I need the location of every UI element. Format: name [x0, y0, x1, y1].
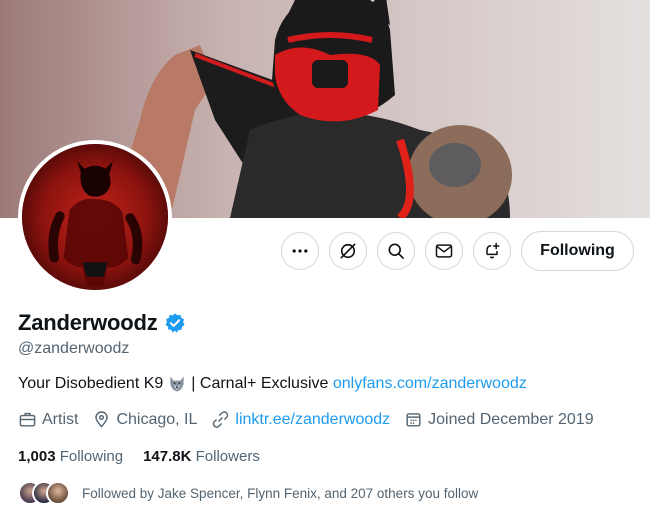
follower-avatars — [18, 481, 74, 505]
followed-by-text: Followed by Jake Spencer, Flynn Fenix, a… — [82, 485, 479, 501]
location-pin-icon — [95, 411, 109, 428]
profile-meta: Artist Chicago, IL linktr.ee/zanderwoodz… — [18, 410, 608, 429]
more-button[interactable] — [281, 232, 319, 270]
link-icon — [213, 411, 229, 428]
following-button[interactable]: Following — [521, 231, 634, 271]
joined-item: Joined December 2019 — [404, 410, 594, 429]
website-item: linktr.ee/zanderwoodz — [211, 410, 390, 429]
location-label: Chicago, IL — [116, 410, 198, 428]
followers-count: 147.8K — [143, 448, 192, 465]
profile-avatar[interactable] — [18, 140, 172, 294]
notification-bell-icon — [486, 242, 500, 259]
search-button[interactable] — [377, 232, 415, 270]
follower-avatar — [46, 481, 70, 505]
category-label: Artist — [42, 410, 79, 428]
wolf-emoji-icon — [170, 376, 184, 392]
user-handle: @zanderwoodz — [18, 340, 130, 357]
grok-button[interactable] — [329, 232, 367, 270]
calendar-icon — [406, 413, 421, 427]
website-link[interactable]: linktr.ee/zanderwoodz — [235, 411, 390, 429]
bio-text-after: | Carnal+ Exclusive — [191, 375, 329, 392]
location-item: Chicago, IL — [92, 410, 197, 429]
bio-text: Your Disobedient K9 — [18, 375, 164, 392]
display-name-row: Zanderwoodz — [18, 310, 186, 336]
following-stat[interactable]: 1,003 Following — [18, 448, 123, 465]
bio-link[interactable]: onlyfans.com/zanderwoodz — [333, 375, 527, 393]
profile-stats: 1,003 Following 147.8K Followers — [18, 448, 260, 465]
joined-label: Joined December 2019 — [428, 410, 594, 428]
message-button[interactable] — [425, 232, 463, 270]
following-stat-label: Following — [59, 448, 124, 465]
search-icon — [388, 243, 404, 259]
following-count: 1,003 — [18, 448, 56, 465]
avatar-image — [22, 144, 168, 290]
followed-by-row[interactable]: Followed by Jake Spencer, Flynn Fenix, a… — [18, 481, 478, 505]
profile-actions: Following — [281, 231, 634, 271]
display-name: Zanderwoodz — [18, 310, 158, 335]
message-icon — [435, 244, 453, 258]
category-item: Artist — [18, 410, 78, 429]
more-icon — [292, 249, 308, 253]
notify-button[interactable] — [473, 232, 511, 270]
briefcase-icon — [19, 412, 36, 427]
verified-badge-icon[interactable] — [164, 312, 186, 334]
followers-stat[interactable]: 147.8K Followers — [143, 448, 260, 465]
followers-stat-label: Followers — [195, 448, 260, 465]
profile-bio: Your Disobedient K9 | Carnal+ Exclusive … — [18, 374, 527, 394]
grok-icon — [340, 243, 356, 259]
